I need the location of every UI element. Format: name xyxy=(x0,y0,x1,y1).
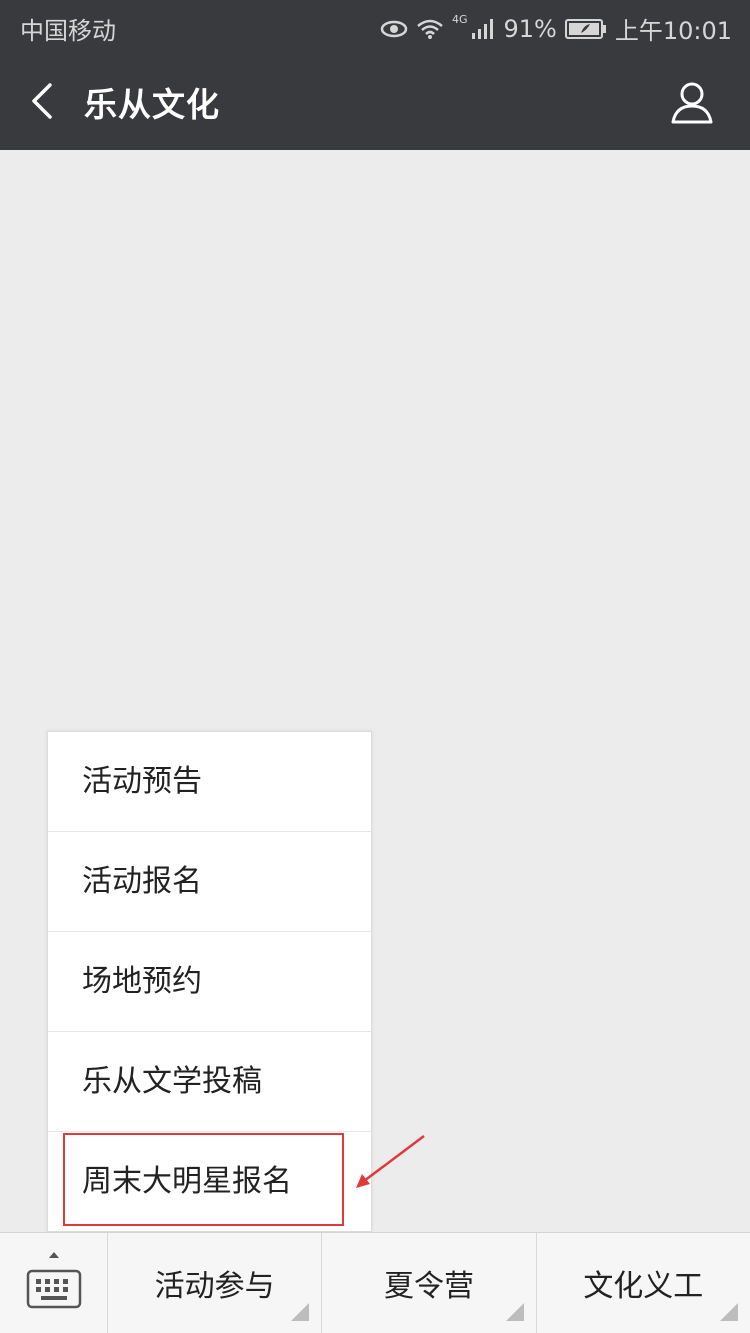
menu-item-label: 活动预告 xyxy=(82,764,202,799)
chevron-left-icon[interactable] xyxy=(26,82,56,120)
page-title: 乐从文化 xyxy=(84,85,220,124)
battery-icon xyxy=(564,18,607,40)
keyboard-toggle-button[interactable] xyxy=(0,1233,108,1333)
menu-item-label: 乐从文学投稿 xyxy=(82,1064,262,1099)
menu-item-activity-preview[interactable]: 活动预告 xyxy=(48,732,371,832)
wifi-icon xyxy=(416,18,444,40)
menu-item-venue-booking[interactable]: 场地预约 xyxy=(48,932,371,1032)
tab-label: 文化义工 xyxy=(583,1269,704,1304)
tab-culture-volunteer[interactable]: 文化义工 xyxy=(537,1233,750,1333)
status-icons: 4G 91% 上午10:01 xyxy=(380,11,732,46)
keyboard-icon xyxy=(26,1269,82,1309)
submenu-indicator-icon xyxy=(505,1303,524,1321)
tab-summer-camp[interactable]: 夏令营 xyxy=(322,1233,537,1333)
tab-activity-participation[interactable]: 活动参与 xyxy=(108,1233,323,1333)
menu-item-weekend-star-signup[interactable]: 周末大明星报名 xyxy=(48,1132,371,1232)
caret-up-icon xyxy=(49,1252,59,1258)
carrier-name: 中国移动 xyxy=(20,17,116,45)
signal-icon xyxy=(471,18,495,40)
submenu-indicator-icon xyxy=(291,1303,310,1321)
person-icon[interactable] xyxy=(670,80,714,124)
bottom-menu-bar: 活动参与 夏令营 文化义工 xyxy=(0,1232,750,1333)
clock: 上午10:01 xyxy=(614,17,732,45)
status-bar: 中国移动 4G 91% 上午10:01 xyxy=(0,0,750,52)
tab-label: 活动参与 xyxy=(154,1269,275,1304)
submenu-indicator-icon xyxy=(719,1303,738,1321)
menu-item-literature-submission[interactable]: 乐从文学投稿 xyxy=(48,1032,371,1132)
submenu-popup: 活动预告 活动报名 场地预约 乐从文学投稿 周末大明星报名 xyxy=(47,731,372,1232)
tab-label: 夏令营 xyxy=(383,1269,474,1304)
menu-item-label: 场地预约 xyxy=(82,964,202,999)
network-type: 4G xyxy=(451,13,468,26)
eye-icon xyxy=(380,19,408,39)
menu-item-activity-signup[interactable]: 活动报名 xyxy=(48,832,371,932)
battery-percent: 91% xyxy=(503,14,557,43)
red-arrow-icon xyxy=(356,1135,425,1188)
menu-item-label: 周末大明星报名 xyxy=(82,1164,292,1199)
menu-item-label: 活动报名 xyxy=(82,864,202,899)
title-bar: 乐从文化 xyxy=(0,52,750,150)
